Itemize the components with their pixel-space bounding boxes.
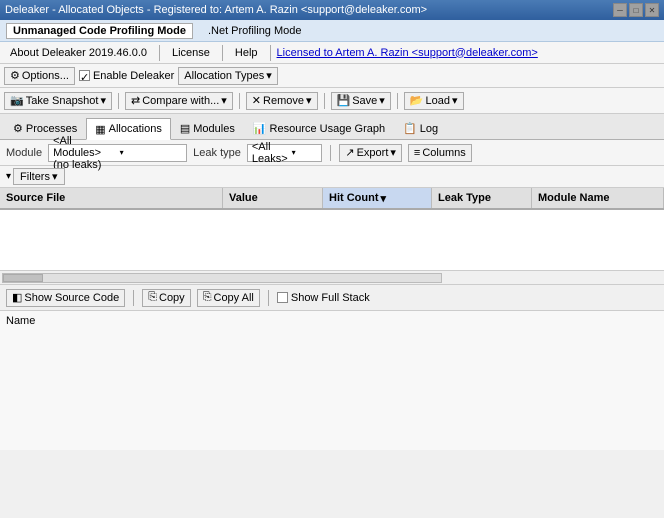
- copy-all-button[interactable]: ⎘ Copy All: [197, 289, 260, 307]
- bottom-toolbar: ◧ Show Source Code ⎘ Copy ⎘ Copy All Sho…: [0, 284, 664, 310]
- options-toolbar: ⚙ Options... ✓ Enable Deleaker Allocatio…: [0, 64, 664, 88]
- copy-button[interactable]: ⎘ Copy: [142, 289, 191, 307]
- unmanaged-mode-button[interactable]: Unmanaged Code Profiling Mode: [6, 23, 193, 39]
- sep-save: [397, 93, 398, 109]
- sep-bottom-2: [268, 290, 269, 306]
- show-full-stack-label[interactable]: Show Full Stack: [277, 292, 370, 304]
- load-button[interactable]: 📂 Load ▾: [404, 92, 464, 110]
- sep-cmp: [239, 93, 240, 109]
- save-button[interactable]: 💾 Save ▾: [331, 92, 391, 110]
- filters-button[interactable]: Filters ▾: [13, 168, 64, 185]
- title-bar: Deleaker - Allocated Objects - Registere…: [0, 0, 664, 20]
- leak-type-select[interactable]: <All Leaks> ▾: [247, 144, 323, 162]
- allocation-types-arrow: ▾: [266, 69, 272, 82]
- help-menu[interactable]: Help: [229, 45, 264, 61]
- remove-arrow: ▾: [306, 94, 312, 107]
- leak-type-label: Leak type: [193, 147, 241, 159]
- col-header-module-name: Module Name: [532, 188, 664, 208]
- restore-button[interactable]: □: [629, 3, 643, 17]
- graph-icon: 📊: [253, 122, 267, 135]
- log-icon: 📋: [403, 122, 417, 135]
- col-header-leak-type[interactable]: Leak Type: [432, 188, 532, 208]
- col-header-value[interactable]: Value: [223, 188, 323, 208]
- leak-type-arrow: ▾: [290, 148, 320, 157]
- tab-log[interactable]: 📋 Log: [394, 117, 447, 139]
- copy-all-icon: ⎘: [203, 291, 212, 304]
- hit-count-sort-icon: ▾: [380, 192, 386, 205]
- separator-1: [159, 45, 160, 61]
- export-button[interactable]: ↗ Export ▾: [339, 144, 402, 162]
- scrollbar-track[interactable]: [2, 273, 442, 283]
- save-arrow: ▾: [379, 94, 385, 107]
- remove-button[interactable]: ✕ Remove ▾: [246, 92, 318, 110]
- module-select-arrow: ▾: [118, 148, 185, 157]
- compare-arrow: ▾: [221, 94, 227, 107]
- name-panel: Name: [0, 310, 664, 450]
- compare-icon: ⇄: [131, 94, 140, 107]
- enable-deleaker-checkbox[interactable]: ✓: [79, 70, 90, 81]
- snapshot-toolbar: 📷 Take Snapshot ▾ ⇄ Compare with... ▾ ✕ …: [0, 88, 664, 114]
- copy-icon: ⎘: [148, 291, 157, 304]
- about-version[interactable]: About Deleaker 2019.46.0.0: [4, 45, 153, 61]
- separator-3: [270, 45, 271, 61]
- sep-filter: [330, 145, 331, 161]
- snapshot-dropdown-arrow: ▾: [100, 94, 106, 107]
- filter-bar: Module <All Modules> (no leaks) ▾ Leak t…: [0, 140, 664, 166]
- funnel-icon: ▾: [6, 171, 11, 182]
- export-icon: ↗: [345, 146, 354, 159]
- scrollbar-thumb[interactable]: [3, 274, 43, 282]
- name-label: Name: [6, 315, 35, 327]
- process-icon: ⚙: [13, 122, 23, 135]
- module-icon: ▤: [180, 122, 190, 135]
- filters-dropdown-arrow: ▾: [52, 170, 58, 183]
- profiling-mode-bar: Unmanaged Code Profiling Mode .Net Profi…: [0, 20, 664, 42]
- sep-bottom-1: [133, 290, 134, 306]
- take-snapshot-button[interactable]: 📷 Take Snapshot ▾: [4, 92, 112, 110]
- module-select[interactable]: <All Modules> (no leaks) ▾: [48, 144, 187, 162]
- window-controls: ─ □ ✕: [613, 3, 659, 17]
- save-icon: 💾: [337, 94, 351, 107]
- col-header-hit-count[interactable]: Hit Count ▾: [323, 188, 432, 208]
- show-source-code-button[interactable]: ◧ Show Source Code: [6, 289, 125, 307]
- enable-deleaker-checkbox-label[interactable]: ✓ Enable Deleaker: [79, 70, 174, 82]
- options-icon: ⚙: [10, 69, 20, 82]
- load-arrow: ▾: [452, 94, 458, 107]
- allocation-types-button[interactable]: Allocation Types ▾: [178, 67, 277, 85]
- licensed-to-link[interactable]: Licensed to Artem A. Razin <support@dele…: [277, 47, 538, 59]
- columns-button[interactable]: ≡ Columns: [408, 144, 472, 162]
- compare-with-button[interactable]: ⇄ Compare with... ▾: [125, 92, 233, 110]
- dotnet-mode-button[interactable]: .Net Profiling Mode: [201, 23, 309, 39]
- license-menu[interactable]: License: [166, 45, 216, 61]
- data-area: [0, 210, 664, 270]
- options-button[interactable]: ⚙ Options...: [4, 67, 75, 85]
- tab-modules[interactable]: ▤ Modules: [171, 117, 244, 139]
- sep-rm: [324, 93, 325, 109]
- separator-2: [222, 45, 223, 61]
- source-code-icon: ◧: [12, 291, 22, 304]
- minimize-button[interactable]: ─: [613, 3, 627, 17]
- export-arrow: ▾: [390, 146, 396, 159]
- remove-icon: ✕: [252, 94, 261, 107]
- column-header-row: Source File Value Hit Count ▾ Leak Type …: [0, 188, 664, 210]
- about-bar: About Deleaker 2019.46.0.0 License Help …: [0, 42, 664, 64]
- module-label: Module: [6, 147, 42, 159]
- show-full-stack-checkbox[interactable]: [277, 292, 288, 303]
- sep-snap: [118, 93, 119, 109]
- col-header-source-file[interactable]: Source File: [0, 188, 223, 208]
- columns-icon: ≡: [414, 147, 420, 159]
- load-icon: 📂: [410, 94, 424, 107]
- title-text: Deleaker - Allocated Objects - Registere…: [5, 4, 427, 16]
- close-button[interactable]: ✕: [645, 3, 659, 17]
- horizontal-scrollbar[interactable]: [0, 270, 664, 284]
- snapshot-icon: 📷: [10, 94, 24, 107]
- tab-resource-usage[interactable]: 📊 Resource Usage Graph: [244, 117, 394, 139]
